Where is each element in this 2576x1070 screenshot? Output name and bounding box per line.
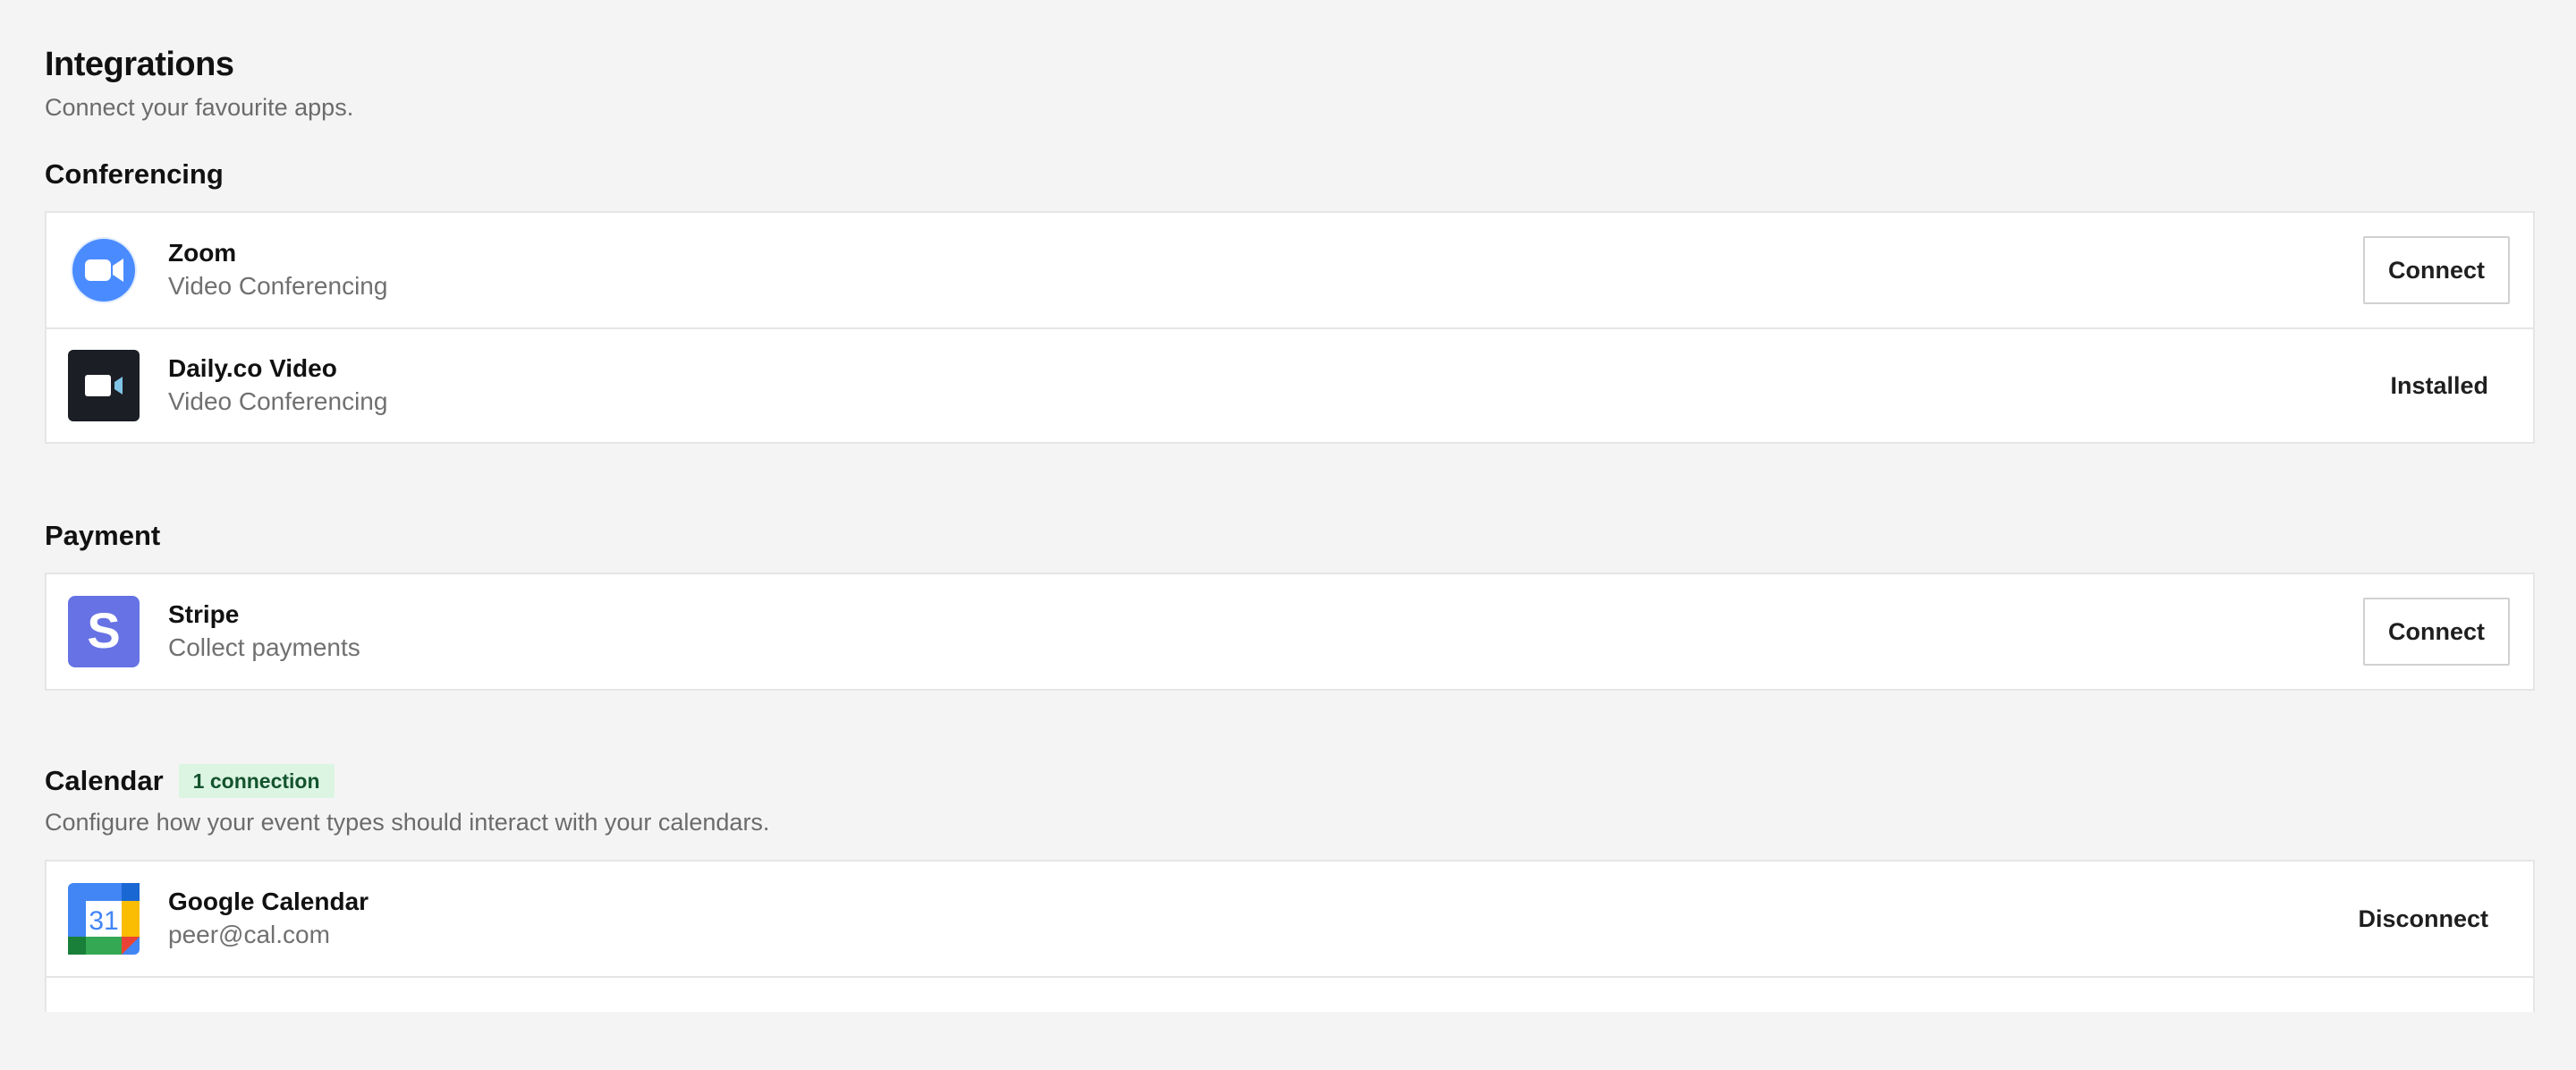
app-row-google-calendar: 31 Google Calendar peer@cal.com Disconne… (47, 862, 2533, 976)
page-subtitle: Connect your favourite apps. (45, 94, 354, 121)
app-info: Zoom Video Conferencing (168, 237, 2363, 303)
google-calendar-disconnect-button[interactable]: Disconnect (2336, 901, 2510, 937)
google-calendar-icon: 31 (68, 883, 140, 955)
installed-status: Installed (2390, 372, 2488, 399)
daily-video-icon (68, 350, 140, 421)
section-header: Calendar 1 connection (45, 763, 2531, 799)
app-name: Zoom (168, 239, 237, 267)
app-row-stripe: S Stripe Collect payments Connect (47, 574, 2533, 689)
calendar-card: 31 Google Calendar peer@cal.com Disconne… (45, 860, 2535, 1012)
app-category: Video Conferencing (168, 272, 388, 300)
app-row-next (47, 976, 2533, 1012)
app-info: Daily.co Video Video Conferencing (168, 352, 2368, 419)
zoom-icon (68, 234, 140, 306)
stripe-icon: S (68, 596, 140, 667)
stripe-logo-letter: S (87, 602, 120, 658)
section-header: Conferencing (45, 157, 2531, 192)
app-row-zoom: Zoom Video Conferencing Connect (47, 213, 2533, 327)
section-title-payment: Payment (45, 520, 161, 551)
connection-count-badge: 1 connection (178, 764, 335, 798)
section-header: Payment (45, 518, 2531, 554)
account-email: peer@cal.com (168, 921, 330, 948)
app-name: Google Calendar (168, 887, 369, 915)
calendar-date-number: 31 (89, 906, 118, 936)
payment-card: S Stripe Collect payments Connect (45, 573, 2535, 691)
stripe-connect-button[interactable]: Connect (2363, 598, 2510, 666)
calendar-description: Configure how your event types should in… (45, 809, 770, 836)
conferencing-section: Conferencing Zoom Video Conferencing Con… (45, 157, 2535, 444)
app-row-daily-video: Daily.co Video Video Conferencing Instal… (47, 327, 2533, 442)
section-title-conferencing: Conferencing (45, 158, 224, 190)
section-title-calendar: Calendar (45, 765, 164, 796)
app-info: Stripe Collect payments (168, 599, 2363, 665)
app-name: Daily.co Video (168, 354, 337, 382)
integrations-page: Integrations Connect your favourite apps… (0, 0, 2576, 1070)
calendar-section: Calendar 1 connection Configure how your… (45, 763, 2535, 1012)
conferencing-card: Zoom Video Conferencing Connect Daily.co… (45, 211, 2535, 444)
app-category: Collect payments (168, 633, 360, 661)
payment-section: Payment S Stripe Collect payments Connec… (45, 518, 2535, 691)
app-info: Google Calendar peer@cal.com (168, 886, 2336, 952)
zoom-connect-button[interactable]: Connect (2363, 236, 2510, 304)
app-name: Stripe (168, 600, 240, 628)
app-category: Video Conferencing (168, 387, 388, 415)
page-title: Integrations (45, 46, 234, 83)
